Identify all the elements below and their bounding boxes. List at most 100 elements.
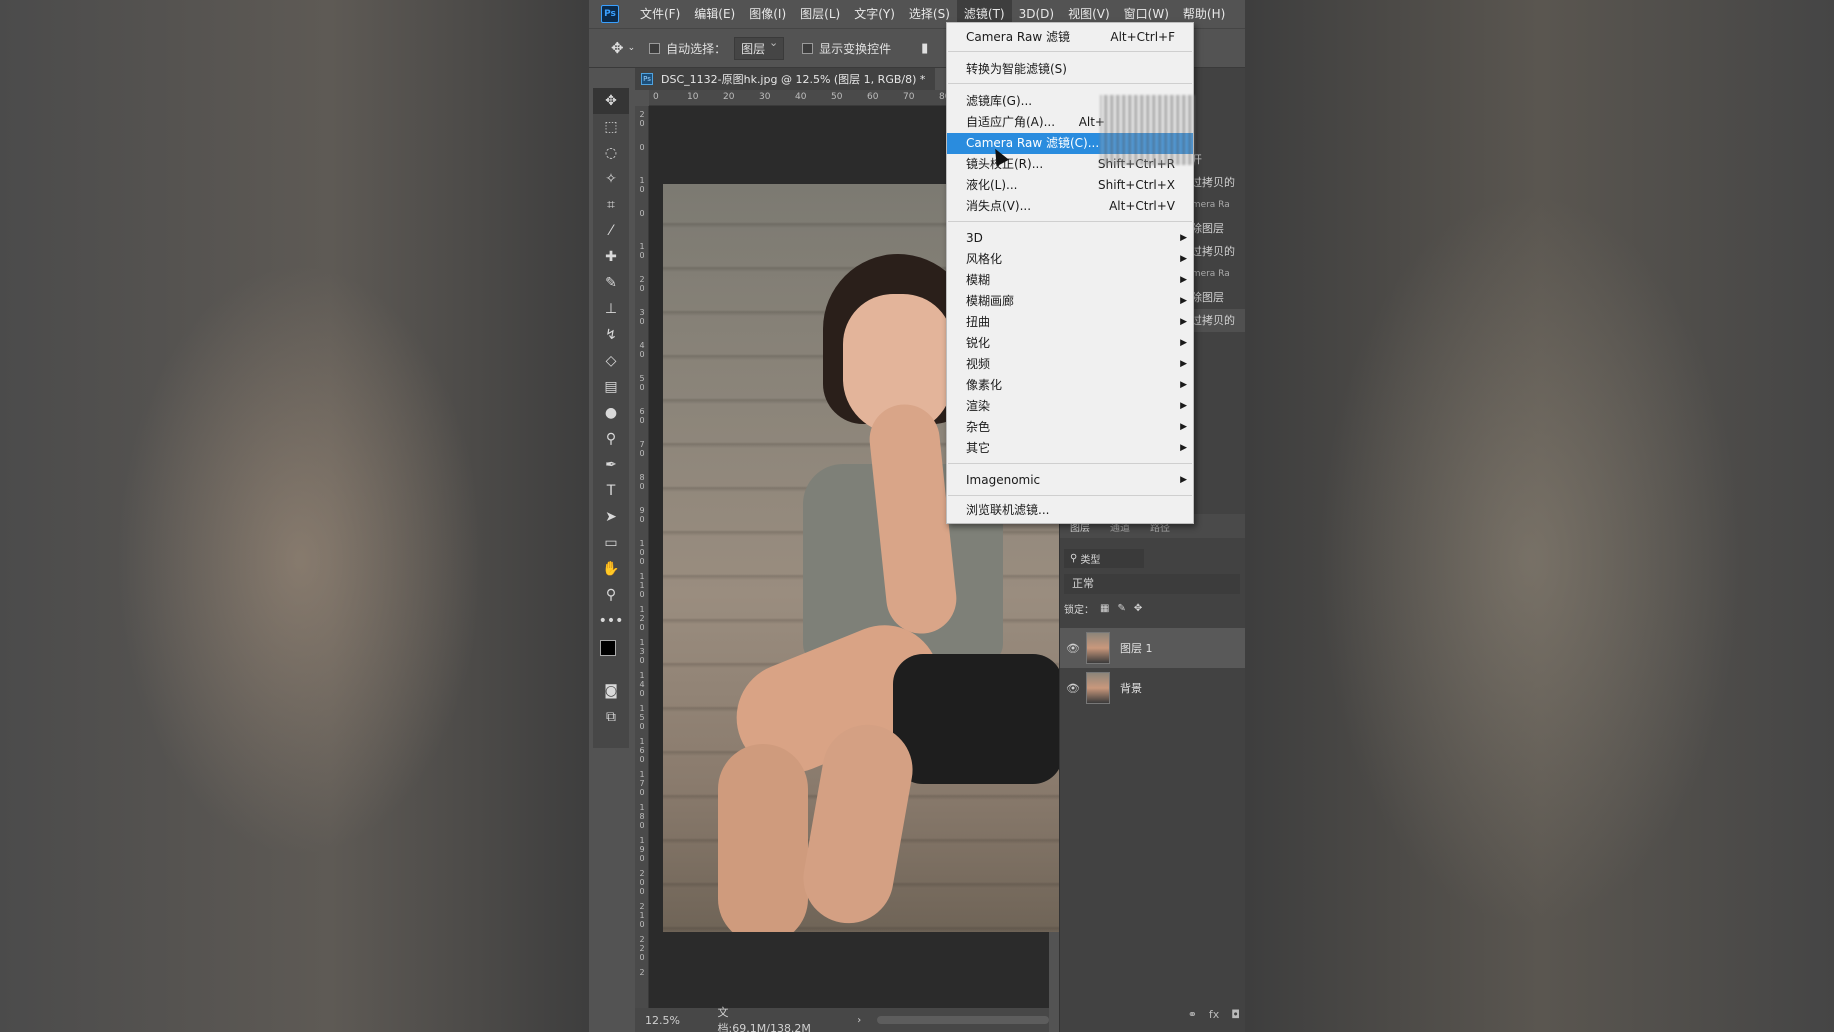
zoom-level[interactable]: 12.5% bbox=[645, 1014, 718, 1027]
lock-position-icon[interactable]: ✥ bbox=[1134, 603, 1142, 614]
layer-mask-icon[interactable]: ◘ bbox=[1231, 1008, 1240, 1021]
menu-edit[interactable]: 编辑(E) bbox=[687, 0, 742, 28]
document-tab[interactable]: Ps DSC_1132-原图hk.jpg @ 12.5% (图层 1, RGB/… bbox=[635, 68, 935, 90]
healing-brush-icon[interactable]: ✚ bbox=[593, 244, 629, 270]
fx-icon[interactable]: fx bbox=[1209, 1008, 1219, 1021]
lock-paint-icon[interactable]: ✎ bbox=[1117, 603, 1125, 614]
menu-item-label: 风格化 bbox=[966, 252, 1003, 266]
menu-layer[interactable]: 图层(L) bbox=[793, 0, 847, 28]
gradient-tool-icon[interactable]: ▤ bbox=[593, 374, 629, 400]
hand-tool-icon[interactable]: ✋ bbox=[593, 556, 629, 582]
crop-tool-icon[interactable]: ⌗ bbox=[593, 192, 629, 218]
submenu-arrow-icon: ▶ bbox=[1180, 380, 1187, 390]
menu-item-label: 像素化 bbox=[966, 378, 1003, 392]
menu-item-distort[interactable]: 扭曲 ▶ bbox=[947, 312, 1193, 333]
move-tool-icon[interactable]: ✥ bbox=[611, 39, 624, 57]
color-swatch-icon[interactable] bbox=[593, 634, 629, 678]
menu-item-render[interactable]: 渲染 ▶ bbox=[947, 396, 1193, 417]
menu-item-shortcut: Alt+Ctrl+F bbox=[1110, 30, 1175, 44]
ruler-v-label: 0 bbox=[639, 209, 645, 218]
layer-name[interactable]: 图层 1 bbox=[1120, 640, 1153, 656]
layer-kind-filter[interactable]: ⚲ 类型 bbox=[1064, 548, 1144, 568]
menu-item-label: 扭曲 bbox=[966, 315, 991, 329]
visibility-eye-icon[interactable]: 👁 bbox=[1060, 642, 1086, 655]
menu-item-other[interactable]: 其它 ▶ bbox=[947, 438, 1193, 459]
photo-shorts bbox=[893, 654, 1063, 784]
menu-item-imagenomic[interactable]: Imagenomic ▶ bbox=[947, 470, 1193, 491]
menu-item-liquify[interactable]: 液化(L)... Shift+Ctrl+X bbox=[947, 175, 1193, 196]
ps-logo-icon: Ps bbox=[601, 5, 619, 23]
menu-item-vanishing-point[interactable]: 消失点(V)... Alt+Ctrl+V bbox=[947, 196, 1193, 217]
show-transform-checkbox[interactable] bbox=[802, 42, 814, 54]
menu-image[interactable]: 图像(I) bbox=[742, 0, 793, 28]
menu-item-video[interactable]: 视频 ▶ bbox=[947, 354, 1193, 375]
brush-tool-icon[interactable]: ✎ bbox=[593, 270, 629, 296]
layer-row[interactable]: 👁 背景 bbox=[1060, 668, 1245, 708]
pen-tool-icon[interactable]: ✒ bbox=[593, 452, 629, 478]
magic-wand-icon[interactable]: ✧ bbox=[593, 166, 629, 192]
search-icon: ⚲ bbox=[1070, 552, 1078, 564]
menu-item-sharpen[interactable]: 锐化 ▶ bbox=[947, 333, 1193, 354]
status-bar: 12.5% 文档:69.1M/138.2M › bbox=[635, 1006, 1049, 1032]
ruler-v-label: 3 0 bbox=[639, 308, 645, 326]
marquee-tool-icon[interactable]: ⬚ bbox=[593, 114, 629, 140]
document-size[interactable]: 文档:69.1M/138.2M bbox=[718, 1004, 818, 1032]
status-chevron-icon[interactable]: › bbox=[857, 1015, 861, 1026]
link-layers-icon[interactable]: ⚭ bbox=[1188, 1008, 1197, 1021]
blur-tool-icon[interactable]: ● bbox=[593, 400, 629, 426]
ruler-v-label: 8 0 bbox=[639, 473, 645, 491]
move-tool-icon[interactable]: ✥ bbox=[593, 88, 629, 114]
ruler-h-label: 10 bbox=[687, 92, 699, 102]
menu-item-shortcut: Shift+Ctrl+X bbox=[1098, 178, 1175, 192]
menu-item-noise[interactable]: 杂色 ▶ bbox=[947, 417, 1193, 438]
dodge-tool-icon[interactable]: ⚲ bbox=[593, 426, 629, 452]
layer-name[interactable]: 背景 bbox=[1120, 680, 1142, 696]
lock-label: 锁定： bbox=[1064, 604, 1094, 616]
ruler-vertical[interactable]: 2 0 0 1 0 0 1 0 2 0 3 0 4 0 5 0 6 0 7 0 8 0 9 0 1 0 0… bbox=[635, 106, 649, 1011]
foreground-color[interactable] bbox=[600, 640, 616, 656]
clone-stamp-icon[interactable]: ⊥ bbox=[593, 296, 629, 322]
menu-item-blur[interactable]: 模糊 ▶ bbox=[947, 270, 1193, 291]
visibility-eye-icon[interactable]: 👁 bbox=[1060, 682, 1086, 695]
menu-type[interactable]: 文字(Y) bbox=[847, 0, 902, 28]
path-select-icon[interactable]: ➤ bbox=[593, 504, 629, 530]
chevron-down-icon[interactable]: ⌄ bbox=[628, 43, 636, 53]
type-tool-icon[interactable]: T bbox=[593, 478, 629, 504]
auto-select-checkbox[interactable] bbox=[649, 42, 661, 54]
blend-mode-select[interactable]: 正常 bbox=[1064, 574, 1240, 594]
menu-item-label: 自适应广角(A)... bbox=[966, 115, 1056, 129]
submenu-arrow-icon: ▶ bbox=[1180, 275, 1187, 285]
screen-mode-icon[interactable]: ⧉ bbox=[593, 704, 629, 730]
document-file-icon: Ps bbox=[641, 73, 653, 85]
align-left-icon[interactable]: ▮ bbox=[921, 41, 928, 56]
zoom-tool-icon[interactable]: ⚲ bbox=[593, 582, 629, 608]
eraser-icon[interactable]: ◇ bbox=[593, 348, 629, 374]
menu-item-camera-raw-last[interactable]: Camera Raw 滤镜 Alt+Ctrl+F bbox=[947, 27, 1193, 48]
layer-row[interactable]: 👁 图层 1 bbox=[1060, 628, 1245, 668]
lock-transparency-icon[interactable]: ▦ bbox=[1100, 603, 1109, 614]
menu-file[interactable]: 文件(F) bbox=[633, 0, 687, 28]
horizontal-scrollbar[interactable] bbox=[877, 1016, 1049, 1024]
menu-item-label: 渲染 bbox=[966, 399, 991, 413]
menu-item-3d[interactable]: 3D ▶ bbox=[947, 228, 1193, 249]
rectangle-tool-icon[interactable]: ▭ bbox=[593, 530, 629, 556]
menu-item-convert-smart-filter[interactable]: 转换为智能滤镜(S) bbox=[947, 59, 1193, 80]
ruler-v-label: 9 0 bbox=[639, 506, 645, 524]
ruler-h-label: 50 bbox=[831, 92, 843, 102]
auto-select-dropdown[interactable]: 图层 bbox=[734, 36, 785, 60]
menu-item-stylize[interactable]: 风格化 ▶ bbox=[947, 249, 1193, 270]
more-tools-icon[interactable]: ••• bbox=[593, 608, 629, 634]
lasso-tool-icon[interactable]: ◌ bbox=[593, 140, 629, 166]
menu-item-pixelate[interactable]: 像素化 ▶ bbox=[947, 375, 1193, 396]
layer-thumbnail bbox=[1086, 672, 1110, 704]
lock-row: 锁定： ▦ ✎ ✥ bbox=[1064, 598, 1240, 618]
eyedropper-icon[interactable]: ⁄ bbox=[593, 218, 629, 244]
ruler-h-label: 60 bbox=[867, 92, 879, 102]
show-transform-label: 显示变换控件 bbox=[819, 41, 892, 56]
quick-mask-icon[interactable]: ◙ bbox=[593, 678, 629, 704]
ruler-v-label: 2 0 0 bbox=[639, 869, 645, 896]
menu-item-blur-gallery[interactable]: 模糊画廊 ▶ bbox=[947, 291, 1193, 312]
menu-item-browse-online-filters[interactable]: 浏览联机滤镜... bbox=[947, 500, 1193, 521]
history-brush-icon[interactable]: ↯ bbox=[593, 322, 629, 348]
menu-item-label: 转换为智能滤镜(S) bbox=[966, 62, 1067, 76]
